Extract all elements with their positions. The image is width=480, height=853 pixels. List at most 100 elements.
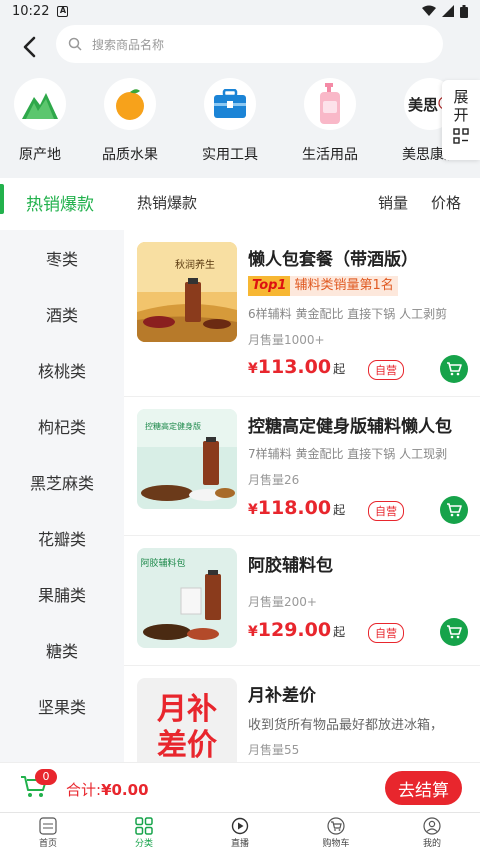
product-card[interactable]: 秋润养生 懒人包套餐（带酒版） Top1 辅料类销量第1名 6样辅料 黄金配比 …: [124, 230, 480, 397]
product-desc: 收到货所有物品最好都放进冰箱，: [248, 718, 444, 733]
rank-text: 辅料类销量第1名: [290, 276, 398, 296]
price-symbol: ¥: [248, 361, 258, 377]
checkout-button[interactable]: 去结算: [385, 771, 462, 805]
sidebar-item-nuts[interactable]: 坚果类: [0, 678, 124, 734]
product-desc: 6样辅料 黄金配比 直接下锅 人工剥剪: [248, 307, 448, 321]
nav-label: 直播: [230, 839, 249, 849]
nav-cart[interactable]: 购物车: [288, 813, 384, 853]
cart-icon: [447, 503, 462, 517]
lotion-bottle-icon: [304, 78, 356, 130]
header: 搜索商品名称 原产地 品质水果 实用工具 生活用品 美思 美思康宸 展 开: [0, 22, 480, 178]
product-image: 阿胶辅料包: [137, 548, 237, 648]
category-grid-icon: [135, 817, 153, 835]
product-image: 控糖高定健身版: [137, 409, 237, 509]
tab-hot-sale-active[interactable]: 热销爆款: [26, 190, 94, 215]
product-price: ¥113.00 起: [248, 356, 345, 378]
signal-icon: [442, 5, 454, 17]
search-box[interactable]: 搜索商品名称: [56, 25, 443, 63]
nav-live[interactable]: 直播: [192, 813, 288, 853]
rank-badge: Top1 辅料类销量第1名: [248, 275, 398, 297]
status-time: 10:22: [12, 3, 50, 19]
user-icon: [423, 817, 441, 835]
play-circle-icon: [231, 817, 249, 835]
nav-home[interactable]: 首页: [0, 813, 96, 853]
expand-label-2: 开: [453, 106, 469, 124]
price-value: 113.00: [257, 356, 332, 378]
sidebar-item-dates[interactable]: 枣类: [0, 230, 124, 286]
product-sales: 月售量26: [248, 473, 300, 487]
back-arrow-icon: [23, 36, 36, 58]
product-title: 阿胶辅料包: [248, 556, 333, 576]
sidebar-item-sugar[interactable]: 糖类: [0, 622, 124, 678]
sidebar-item-dried-fruit[interactable]: 果脯类: [0, 566, 124, 622]
self-operated-tag: 自营: [368, 623, 404, 643]
thumb-caption: 控糖高定健身版: [145, 421, 201, 431]
back-button[interactable]: [14, 32, 44, 62]
sidebar-item-walnut[interactable]: 核桃类: [0, 342, 124, 398]
cart-bar: 0 合计:¥0.00 去结算: [0, 762, 480, 812]
self-operated-tag: 自营: [368, 501, 404, 521]
product-image: 秋润养生: [137, 242, 237, 342]
category-origin[interactable]: 原产地: [0, 78, 80, 178]
product-card[interactable]: 控糖高定健身版 控糖高定健身版辅料懒人包 7样辅料 黄金配比 直接下锅 人工现剥…: [124, 397, 480, 536]
product-sales: 月售量200+: [248, 595, 317, 609]
add-to-cart-button[interactable]: [440, 355, 468, 383]
category-daily[interactable]: 生活用品: [280, 78, 380, 178]
price-suffix: 起: [333, 362, 346, 376]
status-bar: 10:22 A: [0, 0, 480, 22]
price-symbol: ¥: [248, 624, 258, 640]
category-fruit[interactable]: 品质水果: [80, 78, 180, 178]
category-tools[interactable]: 实用工具: [180, 78, 280, 178]
thumb-caption: 阿胶辅料包: [140, 557, 185, 569]
price-symbol: ¥: [248, 502, 258, 518]
add-to-cart-button[interactable]: [440, 496, 468, 524]
category-label: 原产地: [19, 147, 61, 163]
toolbox-icon: [204, 78, 256, 130]
bottom-nav: 首页 分类 直播 购物车 我的: [0, 812, 480, 853]
svg-text:美思: 美思: [408, 96, 438, 114]
filter-bar: 热销爆款 热销爆款 销量 价格: [0, 178, 480, 230]
nav-label: 购物车: [322, 839, 350, 849]
sort-by-price[interactable]: 价格: [431, 192, 461, 213]
search-placeholder: 搜索商品名称: [92, 37, 165, 52]
expand-button[interactable]: 展 开: [442, 80, 480, 160]
category-sidebar: 枣类 酒类 核桃类 枸杞类 黑芝麻类 花瓣类 果脯类 糖类 坚果类: [0, 230, 124, 762]
thumb-caption: 秋润养生: [175, 258, 215, 271]
product-image: 月补 差价: [137, 678, 237, 762]
grid-icon: [453, 128, 469, 144]
nav-me[interactable]: 我的: [384, 813, 480, 853]
product-card[interactable]: 月补 差价 月补差价 收到货所有物品最好都放进冰箱， 月售量55: [124, 666, 480, 762]
product-desc: 7样辅料 黄金配比 直接下锅 人工现剥: [248, 447, 448, 461]
nav-label: 首页: [38, 839, 57, 849]
expand-label-1: 展: [453, 88, 469, 106]
nav-category[interactable]: 分类: [96, 813, 192, 853]
product-title: 月补差价: [248, 686, 316, 706]
sidebar-item-wine[interactable]: 酒类: [0, 286, 124, 342]
cart-count-badge: 0: [35, 769, 57, 785]
product-price: ¥118.00 起: [248, 497, 345, 519]
add-to-cart-button[interactable]: [440, 618, 468, 646]
product-sales: 月售量1000+: [248, 333, 325, 347]
product-title: 懒人包套餐（带酒版）: [248, 250, 418, 270]
thumb-text-line1: 月补: [157, 692, 217, 727]
price-suffix: 起: [333, 503, 346, 517]
wifi-icon: [422, 5, 436, 16]
sidebar-item-goji[interactable]: 枸杞类: [0, 398, 124, 454]
category-strip: 原产地 品质水果 实用工具 生活用品 美思 美思康宸: [0, 78, 458, 178]
status-icons: [422, 4, 468, 18]
tab-hot-sale[interactable]: 热销爆款: [137, 192, 197, 213]
active-tab-indicator: [0, 184, 4, 214]
cart-icon: [447, 362, 462, 376]
sort-by-sales[interactable]: 销量: [378, 192, 408, 213]
nav-label: 分类: [134, 839, 153, 849]
category-label: 品质水果: [102, 147, 158, 163]
top1-badge: Top1: [248, 276, 291, 296]
sidebar-item-petals[interactable]: 花瓣类: [0, 510, 124, 566]
sidebar-item-black-sesame[interactable]: 黑芝麻类: [0, 454, 124, 510]
product-sales: 月售量55: [248, 743, 300, 757]
nav-label: 我的: [422, 839, 441, 849]
product-card[interactable]: 阿胶辅料包 阿胶辅料包 月售量200+ ¥129.00 起 自营: [124, 536, 480, 666]
battery-icon: [460, 4, 468, 18]
total-amount: 合计:¥0.00: [66, 779, 149, 800]
thumb-text-line2: 差价: [157, 728, 217, 762]
